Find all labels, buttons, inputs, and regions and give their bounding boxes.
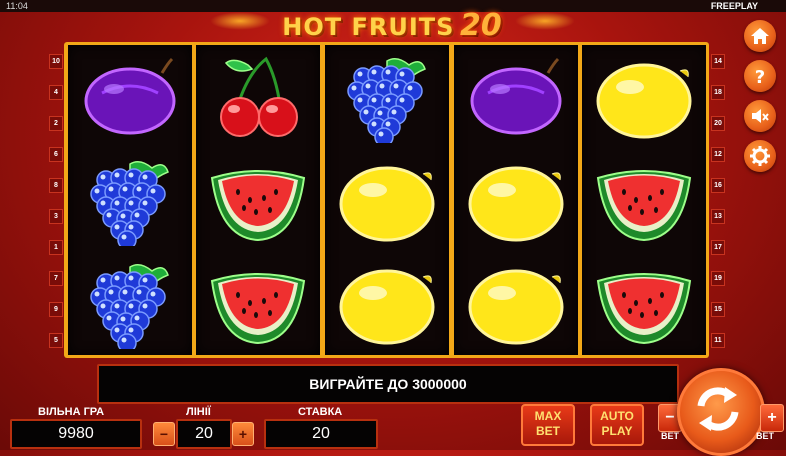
payline-number: 9 [49, 302, 63, 317]
lemon-icon [466, 156, 566, 246]
cherry-icon [208, 53, 308, 143]
payline-number: 2 [49, 116, 63, 131]
payline-number: 6 [49, 147, 63, 162]
svg-text:?: ? [755, 67, 765, 86]
lemon-icon [337, 156, 437, 246]
reels-frame [64, 42, 709, 358]
flame-decoration-left [210, 12, 270, 30]
spin-icon [697, 387, 739, 431]
lemon-icon [594, 53, 694, 143]
payline-number: 12 [711, 147, 725, 162]
payline-number: 5 [49, 333, 63, 348]
payline-number: 10 [49, 54, 63, 69]
lemon-icon [337, 259, 437, 349]
stake-label: СТАВКА [298, 406, 343, 418]
home-icon [751, 28, 769, 44]
payline-number: 11 [711, 333, 725, 348]
payline-number: 4 [49, 85, 63, 100]
clock: 11:04 [6, 1, 28, 11]
reel-3 [325, 45, 449, 355]
payline-number: 16 [711, 178, 725, 193]
payline-number: 7 [49, 271, 63, 286]
payline-number: 14 [711, 54, 725, 69]
spin-button[interactable] [677, 368, 765, 456]
logo-title: HOT FRUITS [282, 13, 455, 41]
lines-label: ЛІНІЇ [186, 406, 211, 418]
watermelon-icon [594, 259, 694, 349]
win-message: ВИГРАЙТЕ ДО 3000000 [97, 364, 679, 404]
balance-value: 9980 [10, 419, 142, 449]
bet-plus-button[interactable]: + [760, 404, 784, 432]
watermelon-icon [594, 156, 694, 246]
lines-plus-button[interactable]: + [232, 422, 254, 446]
bet-plus-caption: BET [756, 431, 774, 441]
home-button[interactable] [744, 20, 776, 52]
reel-1 [68, 45, 192, 355]
grapes-icon [80, 156, 180, 250]
auto-play-button[interactable]: AUTO PLAY [590, 404, 644, 446]
grapes-icon [337, 53, 437, 147]
logo-number: 20 [460, 8, 502, 43]
freeplay-label: FREEPLAY [710, 1, 758, 11]
payline-number: 19 [711, 271, 725, 286]
payline-number: 13 [711, 209, 725, 224]
help-icon: ? [755, 67, 765, 86]
payline-number: 3 [49, 209, 63, 224]
settings-icon [750, 146, 770, 166]
balance-label: ВІЛЬНА ГРА [38, 406, 105, 418]
reel-2 [196, 45, 320, 355]
lines-minus-button[interactable]: − [153, 422, 175, 446]
payline-number: 17 [711, 240, 725, 255]
reel-5 [582, 45, 706, 355]
max-bet-button[interactable]: MAX BET [521, 404, 575, 446]
watermelon-icon [208, 156, 308, 246]
payline-number: 8 [49, 178, 63, 193]
stake-value: 20 [264, 419, 378, 449]
watermelon-icon [208, 259, 308, 349]
lemon-icon [466, 259, 566, 349]
payline-number: 15 [711, 302, 725, 317]
reel-4 [454, 45, 578, 355]
grapes-icon [80, 259, 180, 353]
sound-button[interactable] [744, 100, 776, 132]
lines-value: 20 [176, 419, 232, 449]
settings-button[interactable] [744, 140, 776, 172]
flame-decoration-right [515, 12, 575, 30]
game-logo: HOT FRUITS 20 [262, 8, 522, 43]
max-bet-line2: BET [536, 424, 560, 438]
payline-number: 18 [711, 85, 725, 100]
plum-icon [80, 53, 180, 143]
auto-play-line1: AUTO [600, 409, 634, 423]
max-bet-line1: MAX [534, 409, 562, 423]
auto-play-line2: PLAY [601, 424, 633, 438]
help-button[interactable]: ? [744, 60, 776, 92]
plum-icon [466, 53, 566, 143]
sound-muted-icon [752, 109, 769, 123]
payline-number: 1 [49, 240, 63, 255]
payline-number: 20 [711, 116, 725, 131]
